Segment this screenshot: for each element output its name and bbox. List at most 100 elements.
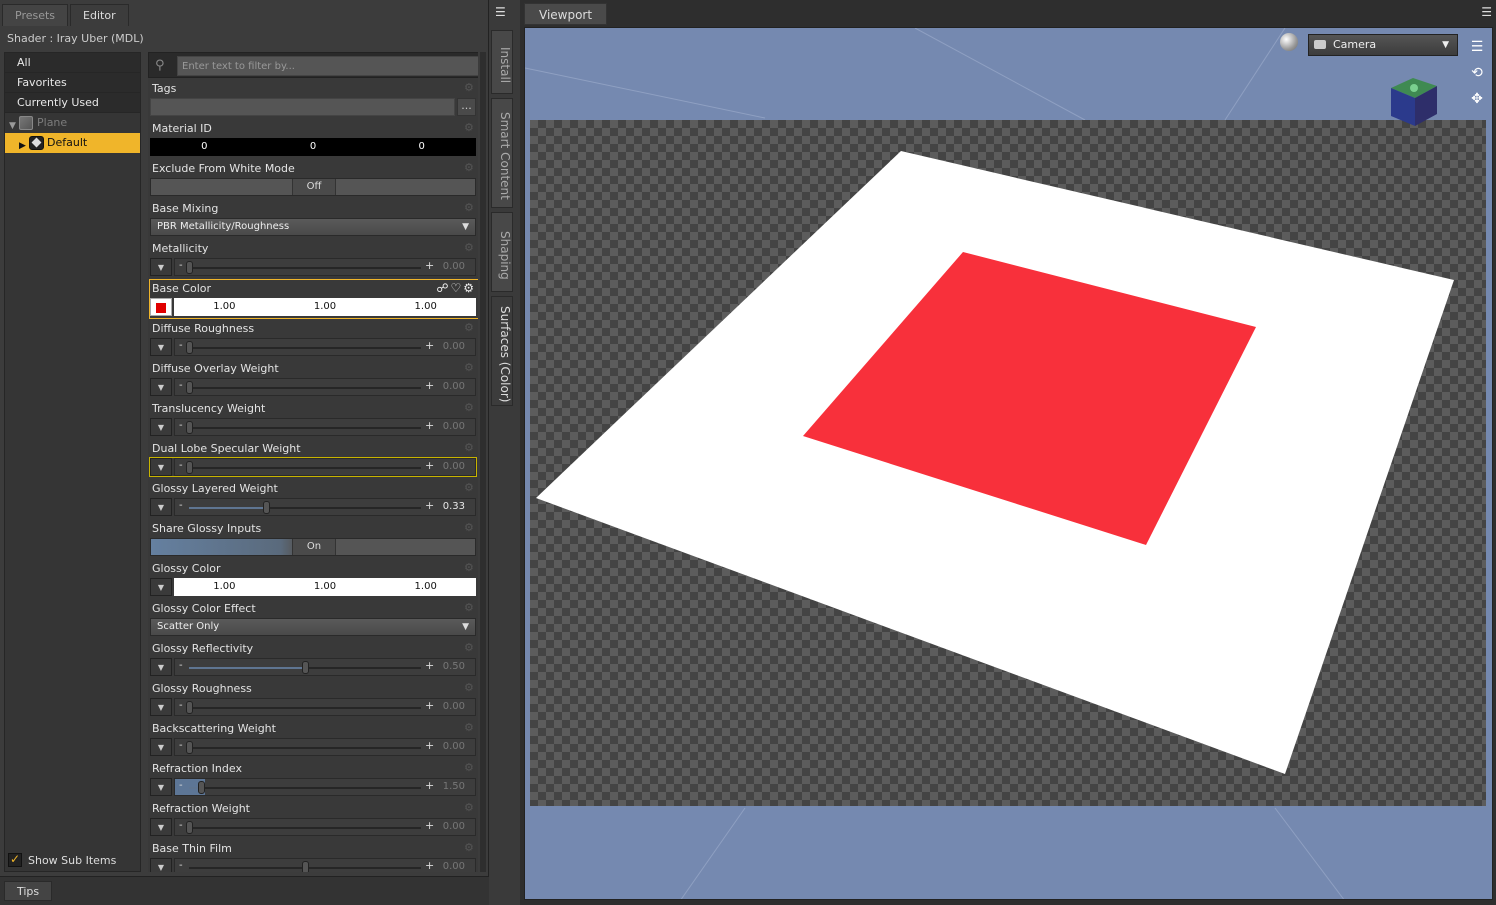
slider-value[interactable]: 0.00 xyxy=(443,261,465,272)
share-glossy-toggle[interactable]: On xyxy=(150,538,476,556)
backscattering-weight-slider[interactable]: - + 0.00 xyxy=(174,738,476,756)
gear-icon[interactable]: ⚙ xyxy=(464,602,476,614)
tab-tips[interactable]: Tips xyxy=(4,881,53,901)
expand-chevron-icon[interactable]: ▼ xyxy=(150,378,172,396)
category-favorites[interactable]: Favorites xyxy=(5,73,140,93)
slider-value[interactable]: 1.50 xyxy=(443,781,465,792)
slider-value[interactable]: 0.50 xyxy=(443,661,465,672)
refraction-weight-slider[interactable]: - + 0.00 xyxy=(174,818,476,836)
slider-value[interactable]: 0.00 xyxy=(443,421,465,432)
category-currently-used[interactable]: Currently Used xyxy=(5,93,140,113)
show-sub-items-checkbox[interactable] xyxy=(8,852,22,867)
dual-lobe-specular-weight-slider[interactable]: - + 0.00 xyxy=(174,458,476,476)
slider-value[interactable]: 0.00 xyxy=(443,461,465,472)
slider-value[interactable]: 0.00 xyxy=(443,861,465,872)
gear-icon[interactable]: ⚙ xyxy=(464,482,476,494)
base-mixing-dropdown[interactable]: PBR Metallicity/Roughness xyxy=(150,218,476,236)
gear-icon[interactable]: ⚙ xyxy=(464,322,476,334)
gear-icon[interactable]: ⚙ xyxy=(464,362,476,374)
gear-icon[interactable]: ⚙ xyxy=(464,762,476,774)
side-tab-surfaces[interactable]: Surfaces (Color) xyxy=(491,296,513,406)
side-tab-smart-content[interactable]: Smart Content xyxy=(491,98,513,208)
glossy-reflectivity-slider[interactable]: - + 0.50 xyxy=(174,658,476,676)
gear-icon[interactable]: ⚙ xyxy=(464,242,476,254)
slider-value[interactable]: 0.00 xyxy=(443,701,465,712)
glossy-color-effect-dropdown[interactable]: Scatter Only xyxy=(150,618,476,636)
expand-chevron-icon[interactable]: ▼ xyxy=(150,258,172,276)
glossy-roughness-slider[interactable]: - + 0.00 xyxy=(174,698,476,716)
gear-icon[interactable]: ⚙ xyxy=(464,802,476,814)
gear-icon[interactable]: ⚙ xyxy=(464,522,476,534)
filter-input[interactable] xyxy=(177,56,478,76)
navigation-cube[interactable] xyxy=(1381,76,1441,126)
tree-item-default[interactable]: ▶ Default xyxy=(5,133,140,153)
material-id-r[interactable]: 0 xyxy=(150,138,259,156)
slider-value[interactable]: 0.33 xyxy=(443,501,465,512)
slider-thumb[interactable] xyxy=(186,381,193,394)
expand-chevron-icon[interactable]: ▼ xyxy=(150,858,172,872)
glossy-color-b[interactable]: 1.00 xyxy=(375,578,476,596)
expand-chevron-icon[interactable]: ▼ xyxy=(150,658,172,676)
slider-value[interactable]: 0.00 xyxy=(443,741,465,752)
viewport-menu-icon[interactable]: ☰ xyxy=(1481,5,1492,19)
color-swatch[interactable] xyxy=(150,298,172,316)
metallicity-slider[interactable]: - + 0.00 xyxy=(174,258,476,276)
tags-field[interactable] xyxy=(150,98,455,116)
gear-icon[interactable]: ⚙ xyxy=(464,562,476,574)
glossy-layered-weight-slider[interactable]: - + 0.33 xyxy=(174,498,476,516)
gear-icon[interactable]: ⚙ xyxy=(464,682,476,694)
base-color-r[interactable]: 1.00 xyxy=(174,298,275,316)
show-sub-items[interactable]: Show Sub Items xyxy=(8,852,116,868)
gear-icon[interactable]: ⚙ xyxy=(464,162,476,174)
expand-chevron-icon[interactable]: ▼ xyxy=(150,778,172,796)
material-id-b[interactable]: 0 xyxy=(367,138,476,156)
gear-icon[interactable]: ⚙ xyxy=(464,82,476,94)
slider-thumb[interactable] xyxy=(197,781,205,794)
slider-thumb[interactable] xyxy=(186,421,193,434)
slider-value[interactable]: 0.00 xyxy=(443,381,465,392)
gear-icon[interactable]: ⚙ xyxy=(463,281,476,295)
diffuse-roughness-slider[interactable]: - + 0.00 xyxy=(174,338,476,356)
gear-icon[interactable]: ⚙ xyxy=(464,122,476,134)
material-id-g[interactable]: 0 xyxy=(259,138,368,156)
property-scrollbar[interactable] xyxy=(480,52,486,872)
glossy-color-r[interactable]: 1.00 xyxy=(174,578,275,596)
tree-item-plane[interactable]: ▼ Plane xyxy=(5,113,140,133)
slider-thumb[interactable] xyxy=(186,461,193,474)
viewport-canvas[interactable]: Camera ☰ ⟲ ✥ xyxy=(524,27,1493,900)
pan-icon[interactable]: ✥ xyxy=(1465,86,1489,112)
slider-value[interactable]: 0.00 xyxy=(443,821,465,832)
tab-viewport[interactable]: Viewport xyxy=(524,3,608,25)
gear-icon[interactable]: ⚙ xyxy=(464,842,476,854)
category-all[interactable]: All xyxy=(5,53,140,73)
slider-thumb[interactable] xyxy=(186,741,193,754)
expand-chevron-icon[interactable]: ▼ xyxy=(150,738,172,756)
pane-menu-icon[interactable]: ☰ xyxy=(495,6,509,18)
slider-thumb[interactable] xyxy=(262,501,270,514)
gear-icon[interactable]: ⚙ xyxy=(464,402,476,414)
slider-thumb[interactable] xyxy=(186,701,193,714)
expand-chevron-icon[interactable]: ▼ xyxy=(150,498,172,516)
gear-icon[interactable]: ⚙ xyxy=(464,442,476,454)
side-tab-shaping[interactable]: Shaping xyxy=(491,212,513,292)
gear-icon[interactable]: ⚙ xyxy=(464,642,476,654)
exclude-white-toggle[interactable]: Off xyxy=(150,178,476,196)
expand-chevron-icon[interactable]: ▼ xyxy=(150,698,172,716)
slider-thumb[interactable] xyxy=(186,821,193,834)
tab-presets[interactable]: Presets xyxy=(2,4,69,26)
side-tab-install[interactable]: Install xyxy=(491,30,513,94)
expand-chevron-icon[interactable]: ▼ xyxy=(150,818,172,836)
tags-browse-button[interactable]: ... xyxy=(457,98,476,116)
slider-thumb[interactable] xyxy=(186,341,193,354)
favorite-heart-icon[interactable]: ♡ xyxy=(450,281,463,295)
glossy-color-g[interactable]: 1.00 xyxy=(275,578,376,596)
translucency-weight-slider[interactable]: - + 0.00 xyxy=(174,418,476,436)
base-thin-film-slider[interactable]: - + 0.00 xyxy=(174,858,476,872)
base-color-g[interactable]: 1.00 xyxy=(275,298,376,316)
slider-thumb[interactable] xyxy=(302,661,309,674)
tab-editor[interactable]: Editor xyxy=(70,4,129,26)
slider-value[interactable]: 0.00 xyxy=(443,341,465,352)
base-color-b[interactable]: 1.00 xyxy=(375,298,476,316)
expand-chevron-icon[interactable]: ▼ xyxy=(150,578,172,596)
expand-arrow-icon[interactable]: ▶ xyxy=(19,136,26,156)
